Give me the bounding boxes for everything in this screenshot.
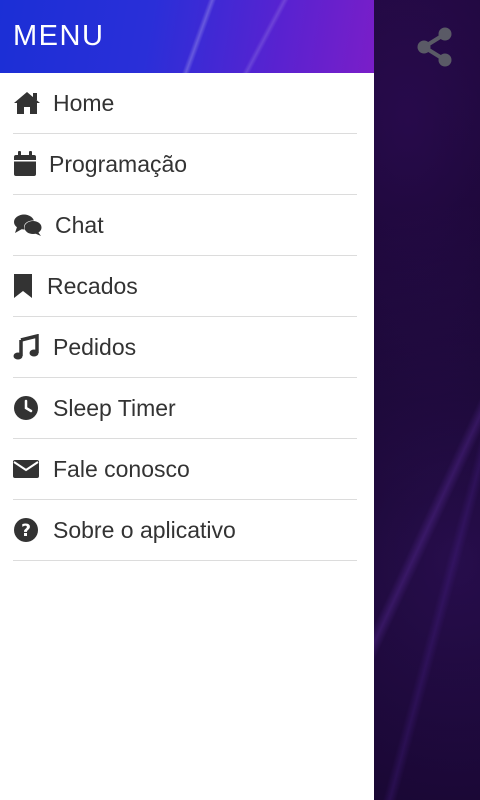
share-icon bbox=[417, 27, 452, 67]
drawer-header: MENU bbox=[0, 0, 374, 73]
svg-text:?: ? bbox=[21, 521, 31, 541]
clock-icon bbox=[13, 393, 43, 423]
navigation-drawer: MENU Home Programação Chat Recados Pedid… bbox=[0, 0, 374, 800]
menu-item-label: Home bbox=[53, 89, 115, 116]
menu-item-chat[interactable]: Chat bbox=[13, 195, 357, 256]
menu-item-label: Chat bbox=[55, 211, 104, 238]
envelope-icon bbox=[13, 454, 43, 484]
menu-item-programacao[interactable]: Programação bbox=[13, 134, 357, 195]
menu-item-label: Fale conosco bbox=[53, 455, 190, 482]
home-icon bbox=[13, 88, 43, 118]
menu-item-recados[interactable]: Recados bbox=[13, 256, 357, 317]
menu-item-label: Pedidos bbox=[53, 333, 137, 360]
menu-item-sleep-timer[interactable]: Sleep Timer bbox=[13, 378, 357, 439]
menu-list: Home Programação Chat Recados Pedidos Sl… bbox=[0, 73, 374, 561]
drawer-title: MENU bbox=[13, 20, 105, 52]
menu-item-label: Programação bbox=[49, 150, 188, 177]
menu-item-label: Sleep Timer bbox=[53, 394, 176, 421]
menu-item-sobre[interactable]: ? Sobre o aplicativo bbox=[13, 500, 357, 561]
menu-item-fale-conosco[interactable]: Fale conosco bbox=[13, 439, 357, 500]
menu-item-pedidos[interactable]: Pedidos bbox=[13, 317, 357, 378]
menu-item-label: Sobre o aplicativo bbox=[53, 516, 236, 543]
music-note-icon bbox=[13, 332, 43, 362]
help-circle-icon: ? bbox=[13, 515, 43, 545]
menu-item-label: Recados bbox=[47, 272, 138, 299]
calendar-icon bbox=[13, 149, 43, 179]
chat-icon bbox=[13, 210, 43, 240]
share-button[interactable] bbox=[414, 26, 456, 68]
bookmark-icon bbox=[13, 271, 43, 301]
menu-item-home[interactable]: Home bbox=[13, 73, 357, 134]
